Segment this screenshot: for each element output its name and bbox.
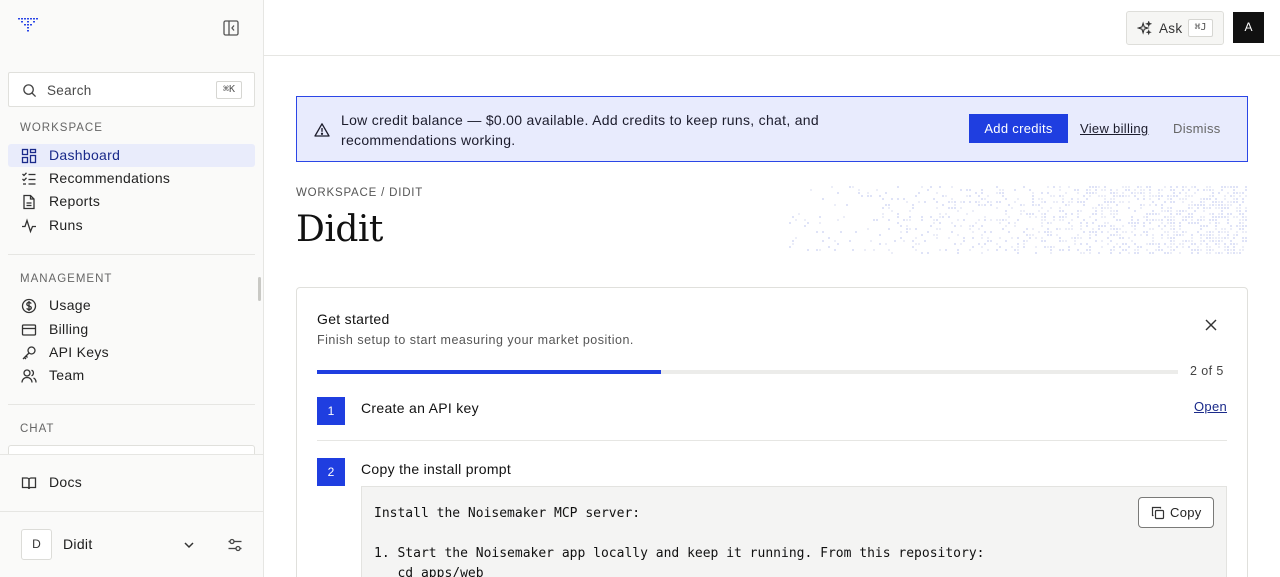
section-label-workspace: WORKSPACE bbox=[20, 122, 103, 134]
ask-button[interactable]: Ask ⌘J bbox=[1126, 11, 1224, 45]
breadcrumb: WORKSPACE / DIDIT bbox=[296, 187, 424, 199]
sliders-icon[interactable] bbox=[227, 537, 243, 553]
checklist-icon bbox=[22, 172, 36, 185]
sidebar-item-usage[interactable]: Usage bbox=[8, 294, 255, 317]
copy-label: Copy bbox=[1170, 505, 1202, 520]
get-started-card: Get started Finish setup to start measur… bbox=[296, 287, 1248, 577]
document-icon bbox=[23, 194, 35, 210]
dashboard-icon bbox=[21, 148, 37, 164]
credit-card-icon bbox=[21, 324, 37, 336]
logo-icon[interactable] bbox=[18, 17, 38, 33]
sidebar-item-api-keys[interactable]: API Keys bbox=[8, 341, 255, 364]
sidebar-item-team[interactable]: Team bbox=[8, 364, 255, 387]
key-icon bbox=[22, 346, 36, 360]
users-icon bbox=[21, 369, 37, 383]
low-credit-banner: Low credit balance — $0.00 available. Ad… bbox=[296, 96, 1248, 162]
ask-shortcut: ⌘J bbox=[1188, 19, 1213, 37]
view-billing-link[interactable]: View billing bbox=[1080, 121, 1148, 136]
workspace-switcher[interactable]: D Didit bbox=[0, 511, 263, 577]
ask-label: Ask bbox=[1159, 21, 1183, 36]
activity-icon bbox=[22, 218, 36, 234]
get-started-title: Get started bbox=[317, 311, 390, 327]
page-title: Didit bbox=[296, 209, 383, 250]
sidebar-item-label: Dashboard bbox=[49, 147, 121, 163]
sidebar-footer: Docs D Didit bbox=[0, 454, 263, 577]
banner-text: Low credit balance — $0.00 available. Ad… bbox=[341, 112, 819, 148]
user-avatar[interactable]: A bbox=[1233, 12, 1264, 43]
sidebar-item-label: Billing bbox=[49, 321, 89, 337]
search-label: Search bbox=[47, 83, 92, 98]
progress-fill bbox=[317, 370, 662, 374]
book-icon bbox=[21, 477, 37, 490]
warning-icon bbox=[314, 123, 330, 137]
search-box[interactable]: Search ⌘K bbox=[8, 72, 255, 107]
workspace-avatar: D bbox=[21, 529, 52, 560]
divider bbox=[8, 404, 255, 405]
sidebar-header bbox=[0, 0, 263, 56]
chevron-down-icon[interactable] bbox=[182, 538, 196, 552]
dollar-circle-icon bbox=[21, 298, 37, 314]
setup-progress-bar bbox=[317, 370, 1178, 374]
copy-button[interactable]: Copy bbox=[1138, 497, 1214, 528]
sidebar-item-reports[interactable]: Reports bbox=[8, 190, 255, 213]
copy-icon bbox=[1151, 506, 1165, 520]
add-credits-button[interactable]: Add credits bbox=[969, 114, 1068, 143]
open-api-key-link[interactable]: Open bbox=[1194, 399, 1227, 414]
section-label-management: MANAGEMENT bbox=[20, 273, 113, 285]
sidebar-item-label: Reports bbox=[49, 193, 101, 209]
sidebar-item-docs[interactable]: Docs bbox=[8, 471, 255, 494]
sidebar-item-label: Usage bbox=[49, 297, 91, 313]
sidebar-item-label: Recommendations bbox=[49, 170, 171, 186]
sidebar-item-label: Docs bbox=[49, 474, 83, 490]
sparkle-icon bbox=[1137, 21, 1152, 36]
divider bbox=[317, 440, 1227, 441]
sidebar-item-runs[interactable]: Runs bbox=[8, 214, 255, 237]
progress-label: 2 of 5 bbox=[1190, 364, 1224, 378]
sidebar-item-label: Runs bbox=[49, 217, 83, 233]
install-prompt-text: Install the Noisemaker MCP server: 1. St… bbox=[374, 506, 985, 577]
topbar: Ask ⌘J A bbox=[264, 0, 1280, 56]
sidebar-scrollbar[interactable] bbox=[258, 277, 261, 301]
sidebar-item-label: API Keys bbox=[49, 344, 109, 360]
sidebar-item-billing[interactable]: Billing bbox=[8, 318, 255, 341]
step-number: 2 bbox=[317, 458, 345, 486]
install-prompt-code-block[interactable]: Install the Noisemaker MCP server: 1. St… bbox=[361, 486, 1227, 577]
decorative-dot-pattern bbox=[789, 186, 1247, 254]
collapse-sidebar-icon[interactable] bbox=[222, 19, 240, 37]
get-started-subtitle: Finish setup to start measuring your mar… bbox=[317, 333, 634, 347]
sidebar-item-label: Team bbox=[49, 367, 85, 383]
dismiss-button[interactable]: Dismiss bbox=[1173, 121, 1221, 136]
divider bbox=[8, 254, 255, 255]
step-title: Copy the install prompt bbox=[361, 461, 512, 477]
sidebar: Search ⌘K WORKSPACE Dashboard Recommenda… bbox=[0, 0, 264, 577]
search-shortcut: ⌘K bbox=[216, 81, 242, 99]
search-icon bbox=[23, 84, 37, 98]
step-number: 1 bbox=[317, 397, 345, 425]
step-title: Create an API key bbox=[361, 400, 479, 416]
workspace-name: Didit bbox=[63, 536, 93, 552]
section-label-chat: CHAT bbox=[20, 423, 55, 435]
close-icon[interactable] bbox=[1203, 317, 1219, 333]
sidebar-item-dashboard[interactable]: Dashboard bbox=[8, 144, 255, 167]
sidebar-item-recommendations[interactable]: Recommendations bbox=[8, 167, 255, 190]
